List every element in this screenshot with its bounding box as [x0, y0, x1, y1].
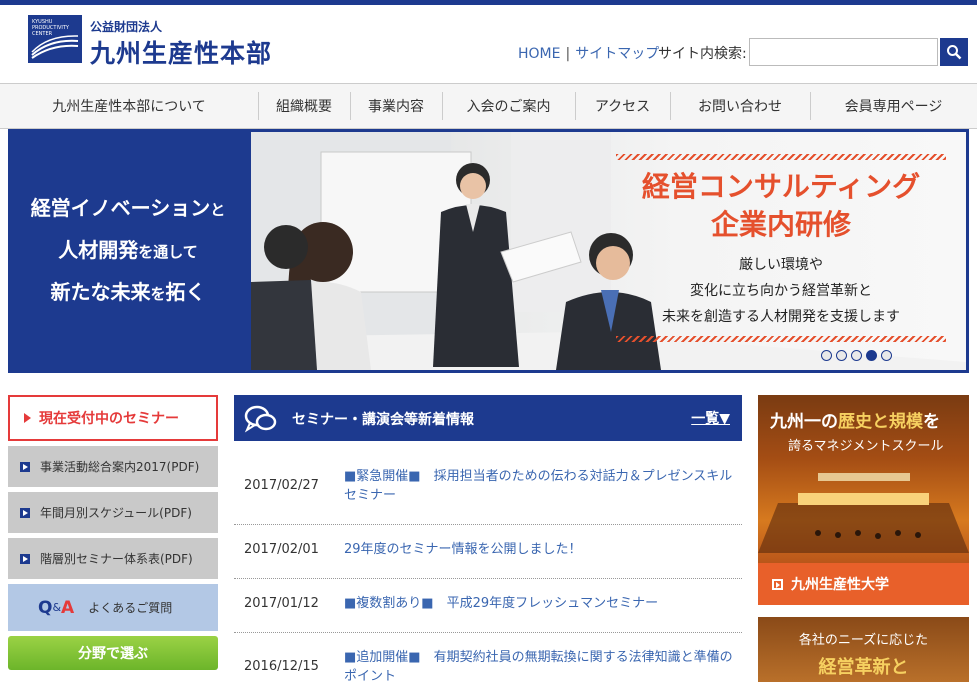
site-logo[interactable]: KYUSHU PRODUCTIVITY CENTER 公益財団法人 九州生産性本… — [28, 15, 278, 69]
hero-text-line2: 変化に立ち向かう経営革新と — [690, 283, 872, 299]
news-link[interactable]: ■緊急開催■ 採用担当者のための伝わる対話力＆プレゼンスキルセミナー — [344, 467, 736, 505]
hero-slogan-line1: 経営イノベーションと — [31, 188, 226, 230]
slider-dot-2[interactable] — [836, 350, 847, 361]
arrow-square-icon — [772, 578, 783, 590]
business-guide-pdf-button[interactable]: 事業活動総合案内2017(PDF) — [8, 446, 218, 487]
current-seminars-button[interactable]: 現在受付中のセミナー — [8, 395, 218, 441]
slogan-part: 人材開発 — [58, 238, 139, 262]
faq-button[interactable]: Q & A よくあるご質問 — [8, 584, 218, 631]
slogan-part: 新たな未来 — [50, 280, 151, 304]
banner1-subline: 誇るマネジメントスクール — [788, 439, 944, 454]
chat-bubbles-icon — [244, 405, 277, 433]
news-title: セミナー・講演会等新着情報 — [292, 412, 474, 428]
news-row: 2017/02/27 ■緊急開催■ 採用担当者のための伝わる対話力＆プレゼンスキ… — [234, 441, 742, 525]
news-row: 2017/01/12 ■複数割あり■ 平成29年度フレッシュマンセミナー — [234, 579, 742, 633]
slider-dot-4[interactable] — [866, 350, 877, 361]
news-header: セミナー・講演会等新着情報 一覧▼ — [234, 395, 742, 441]
arrow-square-icon — [20, 553, 30, 564]
news-row: 2016/12/15 ■追加開催■ 有期契約社員の無期転換に関する法律知識と準備… — [234, 633, 742, 682]
nav-item-business[interactable]: 事業内容 — [350, 84, 442, 128]
logo-wave-icon — [31, 35, 79, 59]
news-date: 2016/12/15 — [244, 659, 319, 674]
current-seminars-label: 現在受付中のセミナー — [39, 411, 179, 427]
news-link[interactable]: 29年度のセミナー情報を公開しました！ — [344, 540, 736, 559]
banner1-link-label: 九州生産性大学 — [791, 577, 889, 593]
auditorium-illustration — [758, 473, 969, 553]
hero-title: 経営コンサルティング 企業内研修 — [611, 168, 951, 244]
hero-text-line1: 厳しい環境や — [739, 257, 823, 273]
nav-item-access[interactable]: アクセス — [575, 84, 670, 128]
hero-stripe-top — [616, 154, 946, 160]
slogan-part: 拓く — [165, 280, 206, 304]
banner1-part: 歴史と規模 — [838, 412, 923, 432]
hero-banner[interactable]: 経営イノベーションと 人材開発を通して 新たな未来を拓く 経営コンサルティング … — [8, 129, 969, 373]
slogan-part: 経営イノベーション — [30, 196, 211, 220]
qa-amp: & — [52, 601, 62, 614]
news-date: 2017/02/01 — [244, 542, 319, 557]
nav-item-contact[interactable]: お問い合わせ — [670, 84, 810, 128]
side-button-label: 年間月別スケジュール(PDF) — [40, 506, 192, 520]
banner1-headline: 九州一の歴史と規模を — [770, 407, 940, 432]
nav-item-membership[interactable]: 入会のご案内 — [442, 84, 575, 128]
consulting-banner[interactable]: 各社のニーズに応じた 経営革新と — [758, 617, 969, 682]
logo-mark: KYUSHU PRODUCTIVITY CENTER — [28, 15, 82, 63]
slider-dots — [821, 350, 892, 361]
faq-label: よくあるご質問 — [88, 601, 173, 615]
triangle-right-icon — [24, 413, 31, 423]
slider-dot-3[interactable] — [851, 350, 862, 361]
side-button-label: 階層別セミナー体系表(PDF) — [40, 552, 193, 566]
main-nav: 九州生産性本部について 組織概要 事業内容 入会のご案内 アクセス お問い合わせ… — [0, 83, 977, 129]
side-button-label: 事業活動総合案内2017(PDF) — [40, 460, 200, 474]
news-more-link[interactable]: 一覧▼ — [691, 408, 730, 428]
hero-text-line3: 未来を創造する人材開発を支援します — [662, 309, 900, 325]
hero-title-line2: 企業内研修 — [710, 208, 851, 241]
top-accent-line — [0, 0, 977, 5]
banner1-part: 九州一の — [770, 412, 838, 432]
nav-item-members-page[interactable]: 会員専用ページ — [810, 84, 977, 128]
annual-schedule-pdf-button[interactable]: 年間月別スケジュール(PDF) — [8, 492, 218, 533]
seminar-system-pdf-button[interactable]: 階層別セミナー体系表(PDF) — [8, 538, 218, 579]
search-icon — [947, 45, 962, 60]
news-row: 2017/02/01 29年度のセミナー情報を公開しました！ — [234, 525, 742, 579]
link-separator: | — [565, 46, 571, 62]
banner1-part: を — [923, 412, 940, 432]
productivity-university-banner[interactable]: 九州一の歴史と規模を 誇るマネジメントスクール 九州生産性大学 — [758, 395, 969, 605]
slider-dot-1[interactable] — [821, 350, 832, 361]
logo-subtitle: 公益財団法人 — [90, 20, 163, 34]
news-date: 2017/02/27 — [244, 478, 319, 493]
arrow-square-icon — [20, 461, 30, 472]
nav-item-about[interactable]: 九州生産性本部について — [0, 84, 258, 128]
search-input[interactable] — [749, 38, 938, 66]
hero-description: 厳しい環境や 変化に立ち向かう経営革新と 未来を創造する人材開発を支援します — [611, 252, 951, 330]
nav-item-organization[interactable]: 組織概要 — [258, 84, 350, 128]
top-links: HOME | サイトマップ — [518, 43, 659, 63]
slider-dot-5[interactable] — [881, 350, 892, 361]
hero-slogan: 経営イノベーションと 人材開発を通して 新たな未来を拓く — [8, 129, 248, 373]
news-link[interactable]: ■複数割あり■ 平成29年度フレッシュマンセミナー — [344, 594, 736, 613]
home-link[interactable]: HOME — [518, 46, 560, 62]
search-button[interactable] — [940, 38, 968, 66]
hero-photo: 経営コンサルティング 企業内研修 厳しい環境や 変化に立ち向かう経営革新と 未来… — [251, 132, 966, 370]
slogan-part: を通して — [138, 243, 198, 261]
hero-slogan-line2: 人材開発を通して — [58, 230, 198, 272]
qa-a-letter: A — [61, 597, 75, 618]
news-date: 2017/01/12 — [244, 596, 319, 611]
news-link[interactable]: ■追加開催■ 有期契約社員の無期転換に関する法律知識と準備のポイント — [344, 648, 736, 682]
logo-title: 九州生産性本部 — [90, 39, 273, 68]
banner1-footer: 九州生産性大学 — [758, 563, 969, 605]
choose-by-field-button[interactable]: 分野で選ぶ — [8, 636, 218, 670]
hero-stripe-bottom — [616, 336, 946, 342]
hero-title-line1: 経営コンサルティング — [641, 170, 921, 203]
qa-q-letter: Q — [38, 597, 53, 618]
banner2-line1: 各社のニーズに応じた — [798, 633, 929, 648]
arrow-square-icon — [20, 507, 30, 518]
slogan-part: を — [150, 285, 166, 303]
search-label: サイト内検索: — [658, 46, 747, 62]
hero-slogan-line3: 新たな未来を拓く — [50, 272, 205, 314]
slogan-part: と — [210, 201, 226, 219]
sitemap-link[interactable]: サイトマップ — [575, 46, 659, 62]
banner2-line2: 経営革新と — [818, 657, 909, 678]
